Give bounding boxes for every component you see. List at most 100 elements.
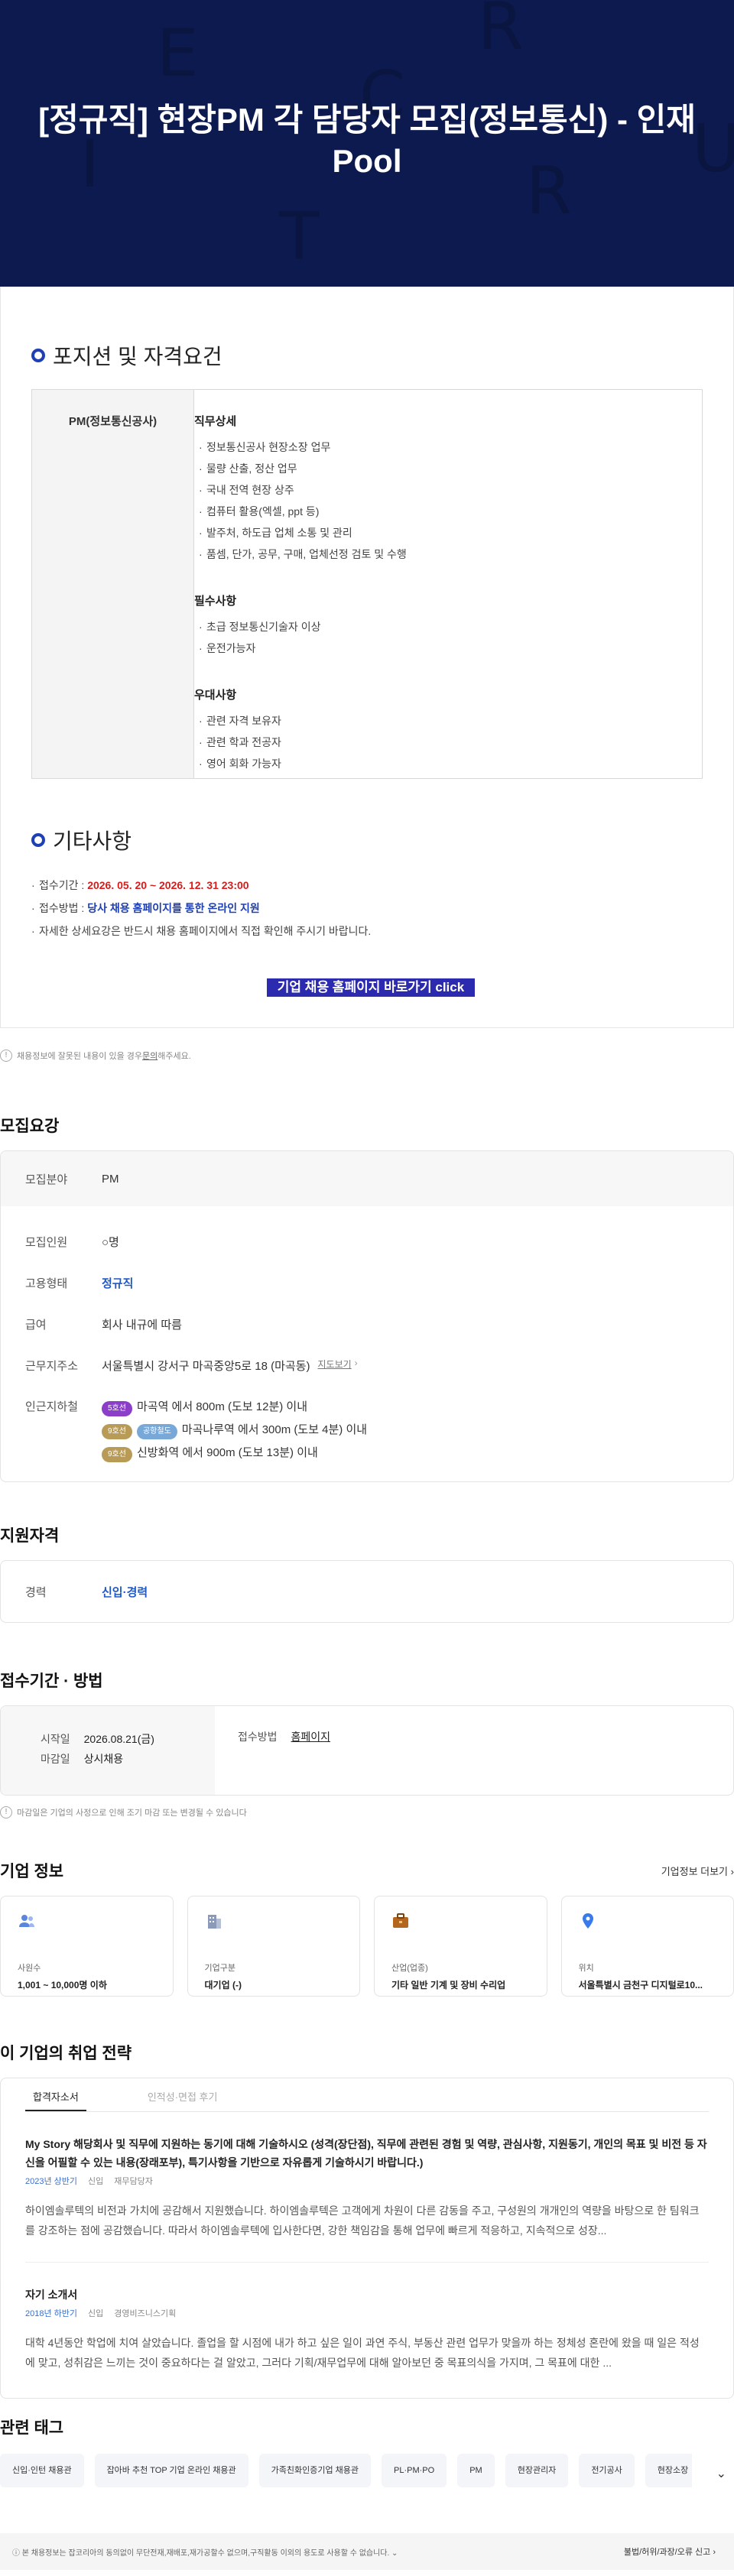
essay-meta: 2023년 상반기 신입 재무담당자 xyxy=(25,2175,709,2187)
essay-body: 대학 4년동안 학업에 치여 살았습니다. 졸업을 할 시점에 내가 하고 싶은… xyxy=(25,2337,700,2369)
address-value: 서울특별시 강서구 마곡중앙5로 18 (마곡동) xyxy=(102,1360,310,1373)
position-details: 직무상세 정보통신공사 현장소장 업무 물량 산출, 정산 업무 국내 전역 현… xyxy=(194,390,702,778)
hero-deco-letter: E xyxy=(157,15,199,92)
end-date-row: 마감일 상시채용 xyxy=(41,1749,215,1769)
field-label: 모집분야 xyxy=(25,1173,68,1186)
detail-line: 자세한 상세요강은 반드시 채용 홈페이지에서 직접 확인해 주시기 바랍니다. xyxy=(31,920,703,942)
notice-text: 마감일은 기업의 사정으로 인해 조기 마감 또는 변경될 수 있습니다 xyxy=(17,1809,247,1818)
salary-label: 급여 xyxy=(25,1319,47,1332)
info-icon: ! xyxy=(0,1050,12,1062)
card-label: 기업구분 xyxy=(204,1964,235,1973)
start-value: 2026.08.21(금) xyxy=(83,1733,154,1745)
report-link[interactable]: 불법/허위/과장/오류 신고 › xyxy=(624,2545,716,2558)
qualification-section: 지원자격 경력 신입·경력 xyxy=(0,1523,734,1623)
company-card-industry: 산업(업종) 기타 일반 기계 및 장비 수리업 xyxy=(374,1896,547,1997)
apply-box: 시작일 2026.08.21(금) 마감일 상시채용 접수방법 홈페이지 xyxy=(0,1705,734,1796)
required-group: 필수사항 초급 정보통신기술자 이상 운전가능자 xyxy=(194,592,702,659)
tab-interview[interactable]: 인적성·면접 후기 xyxy=(140,2078,226,2111)
period-line: 접수기간 : 2026. 05. 20 ~ 2026. 12. 31 23:00 xyxy=(31,874,703,897)
tag-item[interactable]: 현장소장 xyxy=(645,2454,692,2487)
more-label: 기업정보 더보기 xyxy=(661,1865,729,1877)
apply-method: 접수방법 홈페이지 xyxy=(215,1706,330,1795)
type-value: 정규직 xyxy=(102,1277,134,1290)
start-label: 시작일 xyxy=(41,1733,70,1745)
subway-row: 인근지하철 5호선 마곡역 에서 800m (도보 12분) 이내 9호선 공항철도… xyxy=(1,1398,367,1465)
list-item: 국내 전역 현장 상주 xyxy=(194,479,702,501)
tag-item[interactable]: 전기공사 xyxy=(579,2454,635,2487)
card-value: 1,001 ~ 10,000명 이하 xyxy=(18,1980,107,1990)
recruit-section: 모집요강 모집분야 PM 모집인원 ○명 고용형태 정규직 급여 회사 내규에 따름 … xyxy=(0,1114,734,1482)
career-label: 경력 xyxy=(25,1585,47,1599)
recruit-box: 모집분야 PM 모집인원 ○명 고용형태 정규직 급여 회사 내규에 따름 근무지주소… xyxy=(0,1150,734,1482)
method-line: 접수방법 : 당사 채용 홈페이지를 통한 온라인 지원 xyxy=(31,897,703,920)
tag-item[interactable]: 신입·인턴 채용관 xyxy=(0,2454,84,2487)
field-value: PM xyxy=(102,1172,119,1186)
tag-item[interactable]: PM xyxy=(457,2454,495,2487)
subway-text: 신방화역 에서 900m (도보 13분) 이내 xyxy=(136,1446,318,1459)
homepage-link[interactable]: 홈페이지 xyxy=(291,1731,331,1743)
subway-line-badge: 9호선 xyxy=(102,1424,132,1439)
tags-section: 관련 태그 신입·인턴 채용관 잡아바 추천 TOP 기업 온라인 채용관 가족… xyxy=(0,2415,734,2487)
copyright-notice: ⓘ 본 채용정보는 잡코리아의 동의없이 무단전재,재배포,재가공할수 없으며,… xyxy=(12,2548,398,2558)
essay-title: My Story 해당회사 및 직무에 지원하는 동기에 대해 기술하시오 (성… xyxy=(25,2138,707,2169)
list-item: 초급 정보통신기술자 이상 xyxy=(194,616,702,638)
tag-item[interactable]: 가족친화인증기업 채용관 xyxy=(258,2454,372,2487)
footer-text: 본 채용정보는 잡코리아의 동의없이 무단전재,재배포,재가공할수 없으며,구직… xyxy=(21,2548,390,2558)
section-title: 지원자격 xyxy=(0,1527,60,1545)
position-table: PM(정보통신공사) 직무상세 정보통신공사 현장소장 업무 물량 산출, 정산… xyxy=(31,389,703,779)
company-homepage-button[interactable]: 기업 채용 홈페이지 바로가기 click xyxy=(267,978,475,997)
subway-text: 마곡나루역 에서 300m (도보 4분) 이내 xyxy=(181,1423,368,1436)
preferred-group: 우대사항 관련 자격 보유자 관련 학과 전공자 영어 회화 가능자 xyxy=(194,686,702,774)
group-title: 우대사항 xyxy=(194,689,237,702)
card-value: 서울특별시 금천구 디지털로10... xyxy=(578,1980,703,1990)
essay-level: 신입 xyxy=(88,2177,104,2186)
headcount-row: 모집인원 ○명 xyxy=(1,1234,119,1250)
card-value: 대기업 (-) xyxy=(204,1980,242,1990)
essay-item[interactable]: My Story 해당회사 및 직무에 지원하는 동기에 대해 기술하시오 (성… xyxy=(25,2112,709,2240)
position-role: PM(정보통신공사) xyxy=(32,390,194,778)
company-card-type: 기업구분 대기업 (-) xyxy=(187,1896,360,1997)
job-title: [정규직] 현장PM 각 담당자 모집(정보통신) - 인재 Pool xyxy=(38,102,696,179)
section-title: 모집요강 xyxy=(0,1118,60,1135)
job-description: 포지션 및 자격요건 PM(정보통신공사) 직무상세 정보통신공사 현장소장 업… xyxy=(0,287,734,1028)
map-view-link[interactable]: 지도보기 xyxy=(318,1358,352,1374)
section-title: 기타사항 xyxy=(53,829,132,853)
company-more-link[interactable]: 기업정보 더보기 › xyxy=(661,1864,734,1878)
chevron-down-icon[interactable]: ⌄ xyxy=(716,2466,726,2481)
list-item: 관련 학과 전공자 xyxy=(194,732,702,753)
duty-group: 직무상세 정보통신공사 현장소장 업무 물량 산출, 정산 업무 국내 전역 현… xyxy=(194,413,702,565)
end-label: 마감일 xyxy=(41,1753,70,1765)
essay-title: 자기 소개서 xyxy=(25,2289,78,2301)
tab-essay[interactable]: 합격자소서 xyxy=(25,2078,86,2111)
end-value: 상시채용 xyxy=(83,1753,124,1765)
essay-item[interactable]: 자기 소개서 2018년 하반기 신입 경영비즈니스기획 대학 4년동안 학업에 치… xyxy=(25,2263,709,2373)
subway-line-badge: 9호선 xyxy=(102,1447,132,1462)
etc-header: 기타사항 xyxy=(31,825,703,855)
essay-meta: 2018년 하반기 신입 경영비즈니스기획 xyxy=(25,2307,709,2319)
deadline-notice: ! 마감일은 기업의 사정으로 인해 조기 마감 또는 변경될 수 있습니다 xyxy=(0,1796,734,1818)
tag-item[interactable]: PL·PM·PO xyxy=(382,2454,447,2487)
start-date-row: 시작일 2026.08.21(금) xyxy=(41,1729,215,1749)
list-item: 운전가능자 xyxy=(194,638,702,659)
circle-bullet-icon xyxy=(31,349,45,362)
location-pin-icon xyxy=(582,1913,593,1929)
card-value: 기타 일반 기계 및 장비 수리업 xyxy=(391,1980,506,1990)
list-item: 정보통신공사 현장소장 업무 xyxy=(194,436,702,458)
etc-section: 기타사항 접수기간 : 2026. 05. 20 ~ 2026. 12. 31 … xyxy=(31,825,703,942)
inquiry-link[interactable]: 문의 xyxy=(142,1050,158,1062)
people-icon xyxy=(19,1915,34,1927)
hero-deco-letter: R xyxy=(478,0,524,65)
method-value: 당사 채용 홈페이지를 통한 온라인 지원 xyxy=(87,902,260,914)
card-label: 산업(업종) xyxy=(391,1964,428,1973)
headcount-value: ○명 xyxy=(102,1236,119,1249)
card-label: 사원수 xyxy=(18,1964,41,1973)
tag-item[interactable]: 현장관리자 xyxy=(505,2454,569,2487)
tag-item[interactable]: 잡아바 추천 TOP 기업 온라인 채용관 xyxy=(94,2454,248,2487)
apply-section: 접수기간 · 방법 시작일 2026.08.21(금) 마감일 상시채용 접수방법 홈… xyxy=(0,1669,734,1818)
info-icon: ! xyxy=(0,1806,12,1818)
type-label: 고용형태 xyxy=(25,1277,68,1290)
briefcase-icon xyxy=(393,1913,408,1928)
tag-list: 신입·인턴 채용관 잡아바 추천 TOP 기업 온라인 채용관 가족친화인증기업… xyxy=(0,2454,692,2487)
position-header: 포지션 및 자격요건 xyxy=(31,340,703,371)
employment-type-row: 고용형태 정규직 xyxy=(1,1275,133,1291)
